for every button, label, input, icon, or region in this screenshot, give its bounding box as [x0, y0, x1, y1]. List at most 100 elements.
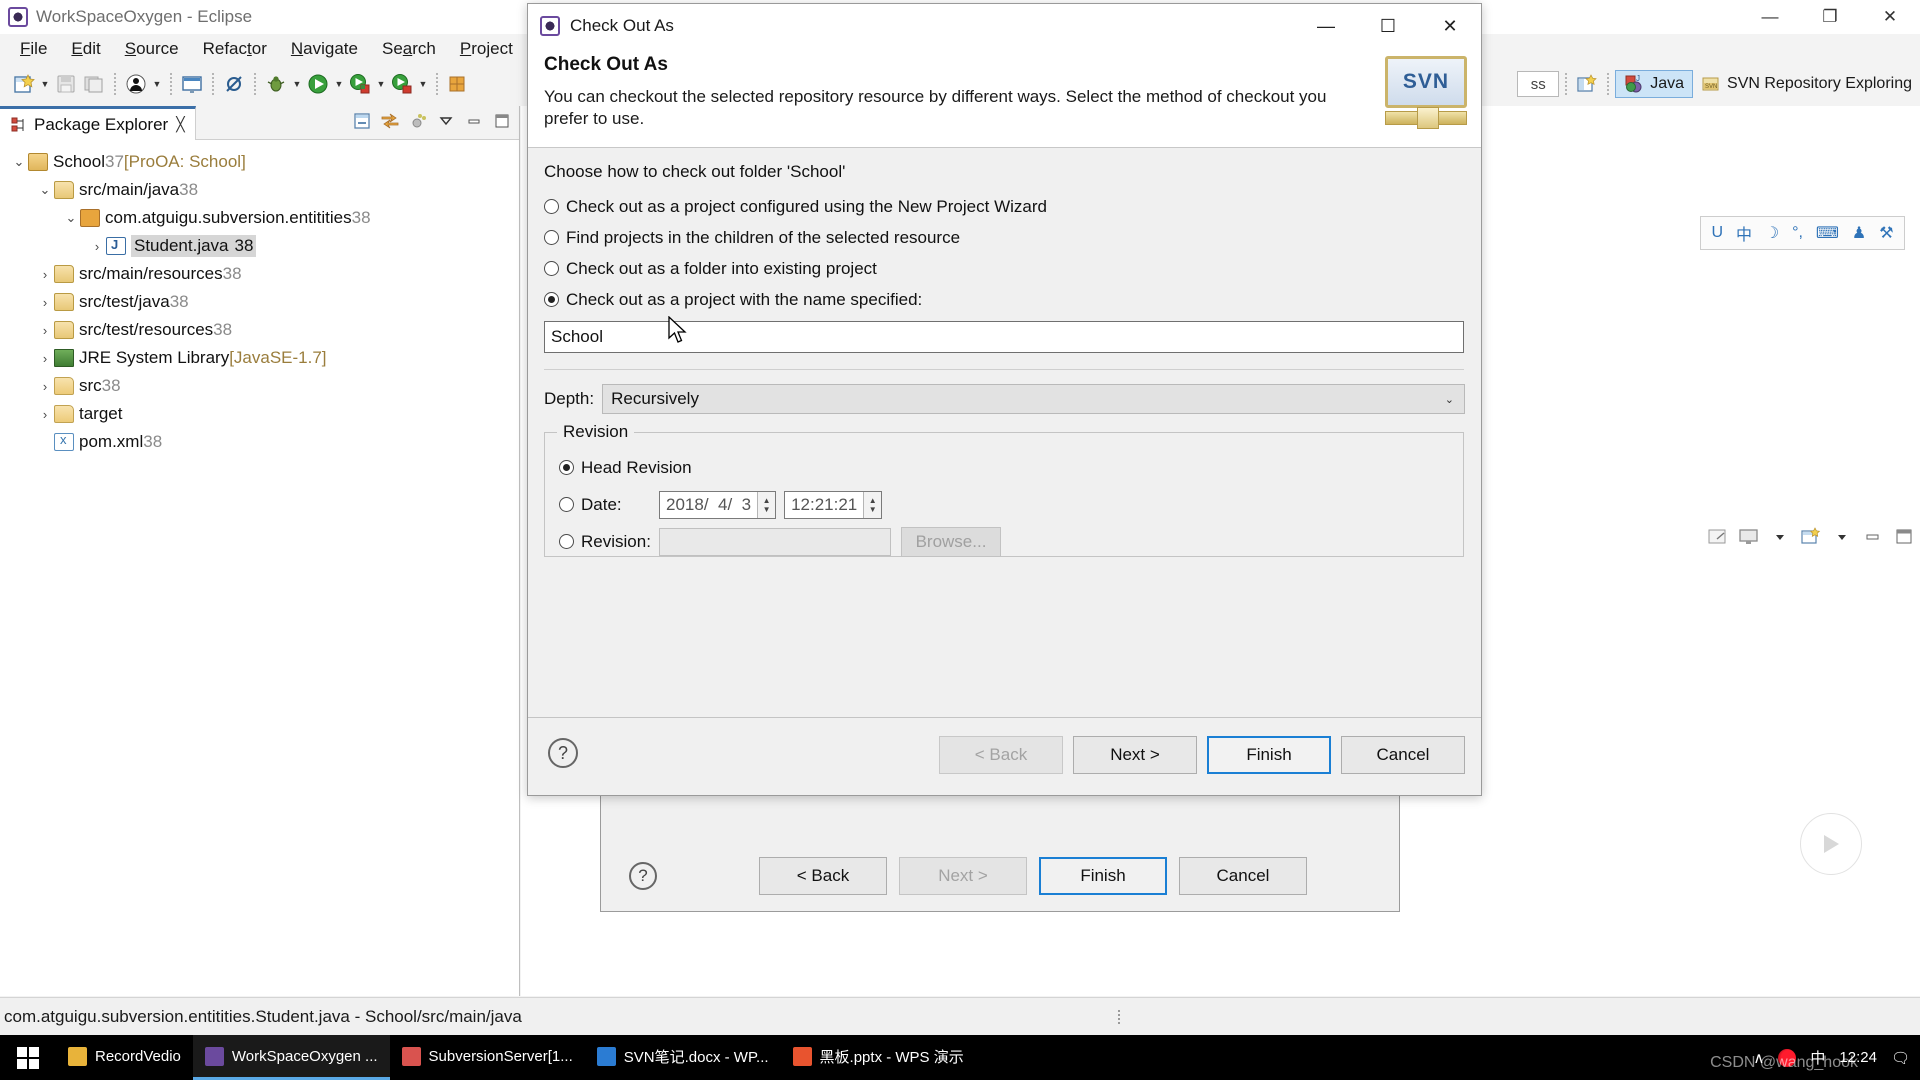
run-icon[interactable]: [305, 71, 331, 97]
console-view-icon[interactable]: [1737, 526, 1761, 548]
twisty-expanded-icon[interactable]: ⌄: [36, 182, 54, 198]
new-wizard-icon[interactable]: [11, 71, 37, 97]
option-new-project-wizard[interactable]: Check out as a project configured using …: [544, 191, 1465, 222]
user-icon[interactable]: ♟: [1852, 223, 1866, 243]
link-with-editor-icon[interactable]: [379, 110, 401, 132]
save-icon[interactable]: [53, 71, 79, 97]
finish-button[interactable]: Finish: [1207, 736, 1331, 774]
background-wizard-help-icon[interactable]: ?: [629, 862, 657, 890]
option-project-with-name[interactable]: Check out as a project with the name spe…: [544, 284, 1465, 315]
minimize-icon[interactable]: [463, 110, 485, 132]
date-spinner[interactable]: 2018/ 4/ 3 ▲ ▼: [659, 490, 777, 519]
play-widget[interactable]: [1800, 813, 1862, 875]
package-explorer-tree[interactable]: ⌄ School 37 [ProOA: School] ⌄ src/main/java…: [0, 140, 519, 456]
radio-project-with-name-icon[interactable]: [544, 292, 559, 307]
twisty-collapsed-icon[interactable]: ›: [36, 379, 54, 394]
tree-item[interactable]: pom.xml 38: [4, 428, 519, 456]
menu-navigate[interactable]: Navigate: [279, 37, 370, 61]
tree-item[interactable]: › src/main/resources 38: [4, 260, 519, 288]
sogou-logo-icon[interactable]: U: [1711, 224, 1723, 242]
keyboard-icon[interactable]: ⌨: [1816, 223, 1839, 243]
perspective-svn-repository-exploring[interactable]: SVN SVN Repository Exploring: [1693, 70, 1920, 98]
taskbar-item[interactable]: SVN笔记.docx - WP...: [585, 1035, 781, 1080]
run-external-dropdown-icon[interactable]: ▼: [374, 71, 388, 97]
tab-package-explorer[interactable]: Package Explorer ╳: [0, 106, 196, 140]
menu-edit[interactable]: Edit: [59, 37, 112, 61]
option-folder-into-existing[interactable]: Check out as a folder into existing proj…: [544, 253, 1465, 284]
new-java-package-icon[interactable]: [445, 71, 471, 97]
time-spinner-arrows[interactable]: ▲ ▼: [863, 491, 882, 518]
revision-number-row[interactable]: Revision: Browse...: [559, 523, 1463, 560]
menu-source[interactable]: Source: [113, 37, 191, 61]
taskbar-item[interactable]: SubversionServer[1...: [390, 1035, 585, 1080]
twisty-collapsed-icon[interactable]: ›: [36, 351, 54, 366]
radio-date-icon[interactable]: [559, 497, 574, 512]
head-revision-row[interactable]: Head Revision: [559, 449, 1463, 486]
window-maximize-button[interactable]: ❐: [1800, 0, 1860, 34]
background-cancel-button[interactable]: Cancel: [1179, 857, 1307, 895]
new-wizard-dropdown-icon[interactable]: ▼: [38, 71, 52, 97]
console-icon[interactable]: [179, 71, 205, 97]
window-close-button[interactable]: ✕: [1860, 0, 1920, 34]
twisty-expanded-icon[interactable]: ⌄: [62, 210, 80, 226]
person-icon[interactable]: [123, 71, 149, 97]
menu-search[interactable]: Search: [370, 37, 448, 61]
collapse-all-icon[interactable]: [351, 110, 373, 132]
dialog-close-button[interactable]: ✕: [1419, 4, 1481, 48]
view-menu-dots-icon[interactable]: [407, 110, 429, 132]
close-icon[interactable]: ╳: [176, 116, 184, 133]
twisty-expanded-icon[interactable]: ⌄: [10, 154, 28, 170]
window-minimize-button[interactable]: —: [1740, 0, 1800, 34]
radio-find-projects-icon[interactable]: [544, 230, 559, 245]
profile-dropdown-icon[interactable]: ▼: [416, 71, 430, 97]
tree-item[interactable]: ⌄ School 37 [ProOA: School]: [4, 148, 519, 176]
skip-breakpoints-icon[interactable]: [221, 71, 247, 97]
project-name-input[interactable]: School: [544, 321, 1464, 353]
date-spinner-arrows[interactable]: ▲ ▼: [757, 491, 776, 518]
save-all-icon[interactable]: [81, 71, 107, 97]
revision-input[interactable]: [659, 527, 891, 556]
tree-item[interactable]: › src/test/java 38: [4, 288, 519, 316]
ime-floating-bar[interactable]: U 中 ☽ °, ⌨ ♟ ⚒: [1700, 216, 1905, 250]
date-spinner-down-icon[interactable]: ▼: [763, 505, 771, 514]
taskbar-item[interactable]: RecordVedio: [56, 1035, 193, 1080]
punctuation-icon[interactable]: °,: [1792, 224, 1803, 242]
minimize-editor-icon[interactable]: [1861, 526, 1885, 548]
new-console-icon[interactable]: [1799, 526, 1823, 548]
time-spinner-down-icon[interactable]: ▼: [869, 505, 877, 514]
tree-item[interactable]: › src/test/resources 38: [4, 316, 519, 344]
cancel-button[interactable]: Cancel: [1341, 736, 1465, 774]
option-find-projects[interactable]: Find projects in the children of the sel…: [544, 222, 1465, 253]
tree-item[interactable]: ⌄ com.atguigu.subversion.entitities 38: [4, 204, 519, 232]
dialog-minimize-button[interactable]: —: [1295, 4, 1357, 48]
radio-head-revision-icon[interactable]: [559, 460, 574, 475]
moon-icon[interactable]: ☽: [1765, 223, 1779, 243]
menu-project[interactable]: Project: [448, 37, 525, 61]
run-dropdown-icon[interactable]: ▼: [332, 71, 346, 97]
perspective-search-field[interactable]: ss: [1517, 71, 1560, 97]
open-perspective-icon[interactable]: [1574, 71, 1600, 97]
chinese-mode-icon[interactable]: 中: [1736, 221, 1752, 245]
tree-item[interactable]: › src 38: [4, 372, 519, 400]
perspective-java[interactable]: J Java: [1615, 70, 1694, 98]
windows-start-button[interactable]: [0, 1035, 56, 1080]
notification-icon[interactable]: 🗨: [1891, 1049, 1910, 1067]
depth-select[interactable]: Recursively ⌄: [602, 384, 1465, 414]
restore-icon[interactable]: [1706, 526, 1730, 548]
radio-folder-into-existing-icon[interactable]: [544, 261, 559, 276]
twisty-collapsed-icon[interactable]: ›: [88, 239, 106, 254]
menu-file[interactable]: File: [8, 37, 59, 61]
debug-icon[interactable]: [263, 71, 289, 97]
time-spinner-up-icon[interactable]: ▲: [869, 496, 877, 505]
maximize-icon[interactable]: [491, 110, 513, 132]
background-finish-button[interactable]: Finish: [1039, 857, 1167, 895]
date-spinner-up-icon[interactable]: ▲: [763, 496, 771, 505]
twisty-collapsed-icon[interactable]: ›: [36, 407, 54, 422]
background-back-button[interactable]: < Back: [759, 857, 887, 895]
next-button[interactable]: Next >: [1073, 736, 1197, 774]
status-resize-handle[interactable]: [1118, 1010, 1120, 1024]
tree-item[interactable]: › JRE System Library [JavaSE-1.7]: [4, 344, 519, 372]
console-dropdown-icon[interactable]: [1768, 526, 1792, 548]
twisty-collapsed-icon[interactable]: ›: [36, 323, 54, 338]
view-menu-icon[interactable]: [435, 110, 457, 132]
